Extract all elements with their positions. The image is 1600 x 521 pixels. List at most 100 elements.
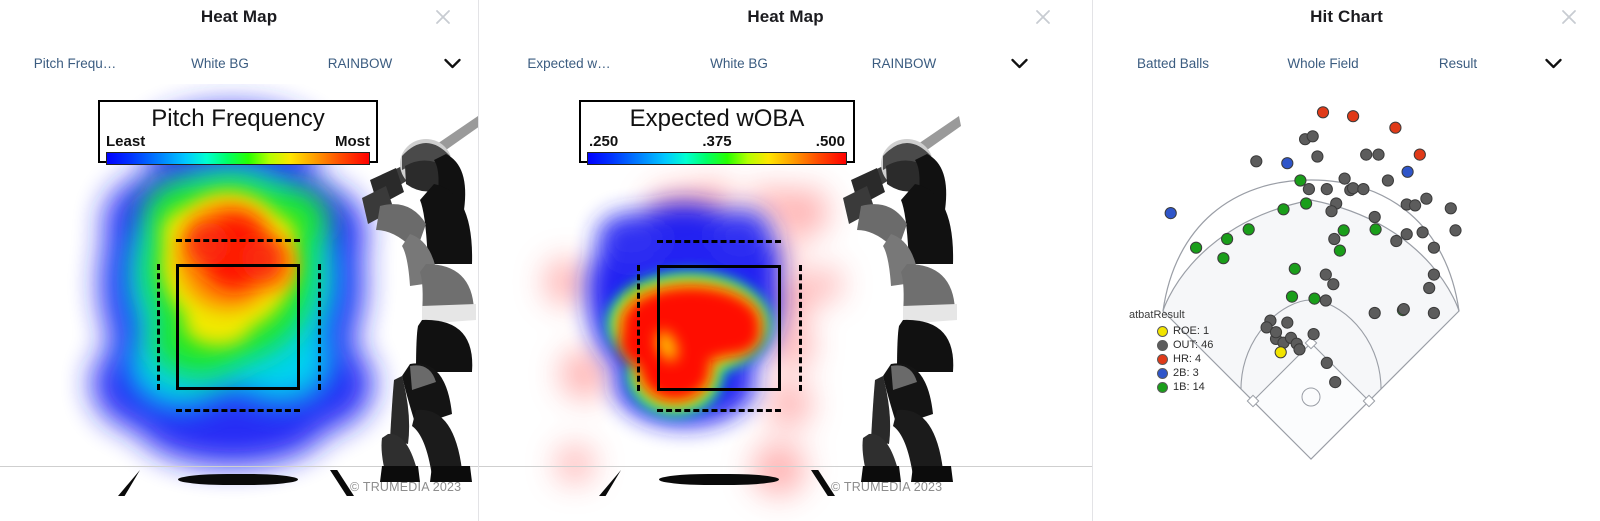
hit-chart-point[interactable] [1337,224,1350,237]
hit-chart-point[interactable] [1329,376,1342,389]
close-icon[interactable] [1556,4,1582,30]
batter-silhouette [350,114,478,484]
page-title: Heat Map [747,7,824,26]
heat-map-legend: Pitch Frequency Least Most [98,100,378,166]
legend-item-out[interactable]: OUT: 46 [1157,338,1213,352]
hit-chart-point[interactable] [1320,356,1333,369]
legend-scale-labels: Least Most [100,132,376,150]
hit-chart-point[interactable] [1242,223,1255,236]
hit-chart-point[interactable] [1285,290,1299,303]
legend-swatch-1b-icon [1157,381,1168,393]
hit-chart-point[interactable] [1302,183,1315,196]
hit-chart-point[interactable] [1347,182,1360,195]
option-background[interactable]: White BG [659,56,819,71]
legend-item-label: HR: 4 [1173,353,1202,365]
baseball-field-diagram [1162,106,1462,460]
option-color-by[interactable]: Result [1393,56,1523,71]
strike-zone-box [657,265,781,391]
option-palette[interactable]: RAINBOW [290,56,430,71]
ground-line [479,466,1092,467]
hit-chart-point[interactable] [1409,199,1422,212]
hit-chart-point[interactable] [1308,292,1321,305]
hit-chart-point[interactable] [1217,252,1230,265]
option-metric[interactable]: Expected w… [479,56,659,71]
hit-chart-point[interactable] [1327,278,1340,291]
hit-chart-point[interactable] [1311,150,1324,163]
hit-chart-point[interactable] [1333,244,1346,257]
hit-chart-point[interactable] [1328,232,1341,246]
hit-chart-point[interactable] [1449,224,1462,237]
hit-chart-point[interactable] [1277,203,1290,216]
close-icon[interactable] [1030,4,1056,30]
hit-chart-point[interactable] [1372,148,1385,161]
hit-chart-point[interactable] [1164,207,1177,220]
hit-chart-point[interactable] [1360,148,1373,161]
panel-heat-map-pitch-frequency: Heat Map Pitch Frequ… White BG RAINBOW P… [0,0,478,521]
hit-chart-point[interactable] [1413,148,1426,161]
legend-min-label: .250 [589,133,619,151]
hit-chart-point[interactable] [1281,157,1294,170]
hit-chart-point[interactable] [1381,174,1394,187]
legend-mid-label: .375 [702,133,732,151]
hit-chart-point[interactable] [1338,172,1351,185]
hit-chart-point[interactable] [1288,262,1301,275]
hit-chart-point[interactable] [1269,326,1283,339]
legend-scale-labels: .250 .375 .500 [581,132,853,150]
hit-chart-point[interactable] [1320,183,1333,196]
hit-chart-point[interactable] [1368,306,1381,320]
hit-chart-point[interactable] [1347,110,1360,123]
heat-map-legend: Expected wOBA .250 .375 .500 [579,100,855,166]
hit-chart-point[interactable] [1423,281,1436,295]
hit-chart-point[interactable] [1397,303,1410,316]
hit-chart-point[interactable] [1390,234,1403,248]
legend-item-2b[interactable]: 2B: 3 [1157,366,1213,380]
home-plate [659,474,779,485]
hit-chart-point[interactable] [1357,183,1370,196]
hit-chart-point[interactable] [1316,106,1330,119]
chevron-down-icon[interactable] [430,58,474,69]
hit-chart-point[interactable] [1368,210,1381,224]
legend-item-roe[interactable]: ROE: 1 [1157,324,1213,338]
hit-chart-point[interactable] [1416,226,1429,239]
hit-chart-point[interactable] [1319,294,1332,307]
close-icon[interactable] [430,4,456,30]
option-field-view[interactable]: Whole Field [1253,56,1393,71]
option-data-set[interactable]: Batted Balls [1093,56,1253,71]
hit-chart-point[interactable] [1325,205,1338,218]
hit-chart-point[interactable] [1306,130,1319,143]
panel-hit-chart: Hit Chart Batted Balls Whole Field Resul… [1092,0,1600,521]
hit-chart-point[interactable] [1400,228,1413,241]
legend-item-label: 1B: 14 [1173,381,1205,393]
hit-chart-point[interactable] [1190,241,1203,254]
hit-chart-point[interactable] [1389,121,1402,134]
hit-chart-point[interactable] [1420,192,1433,205]
option-metric[interactable]: Pitch Frequ… [0,56,150,71]
option-background[interactable]: White BG [150,56,290,71]
chevron-down-icon[interactable] [989,58,1049,69]
chevron-down-icon[interactable] [1523,58,1583,69]
legend-swatch-hr-icon [1157,353,1168,365]
hit-chart-point[interactable] [1427,306,1440,320]
hit-chart-point[interactable] [1307,328,1320,341]
hit-chart-point[interactable] [1401,165,1414,178]
hit-chart-point[interactable] [1427,268,1440,281]
legend-max-label: .500 [815,133,845,151]
hit-chart-point[interactable] [1319,268,1332,281]
legend-color-bar [106,152,370,166]
hit-chart-point[interactable] [1300,197,1313,210]
hit-chart-point[interactable] [1294,174,1307,187]
hit-chart-point[interactable] [1274,346,1287,359]
hit-chart-point[interactable] [1427,241,1440,254]
option-palette[interactable]: RAINBOW [819,56,989,71]
legend-item-1b[interactable]: 1B: 14 [1157,380,1213,394]
hit-chart-stage: atbatResult ROE: 1 OUT: 46 HR: 4 2B: 3 1B: 1… [1093,84,1600,521]
hit-chart-point[interactable] [1250,155,1263,168]
hit-chart-point[interactable] [1221,232,1234,246]
hit-chart-point[interactable] [1281,316,1294,329]
hit-chart-point[interactable] [1444,202,1457,215]
hit-chart-point[interactable] [1293,343,1306,356]
legend-item-hr[interactable]: HR: 4 [1157,352,1213,366]
hit-chart-point[interactable] [1369,223,1382,236]
zone-dash-left [637,265,640,391]
options-row: Expected w… White BG RAINBOW [479,52,1092,74]
